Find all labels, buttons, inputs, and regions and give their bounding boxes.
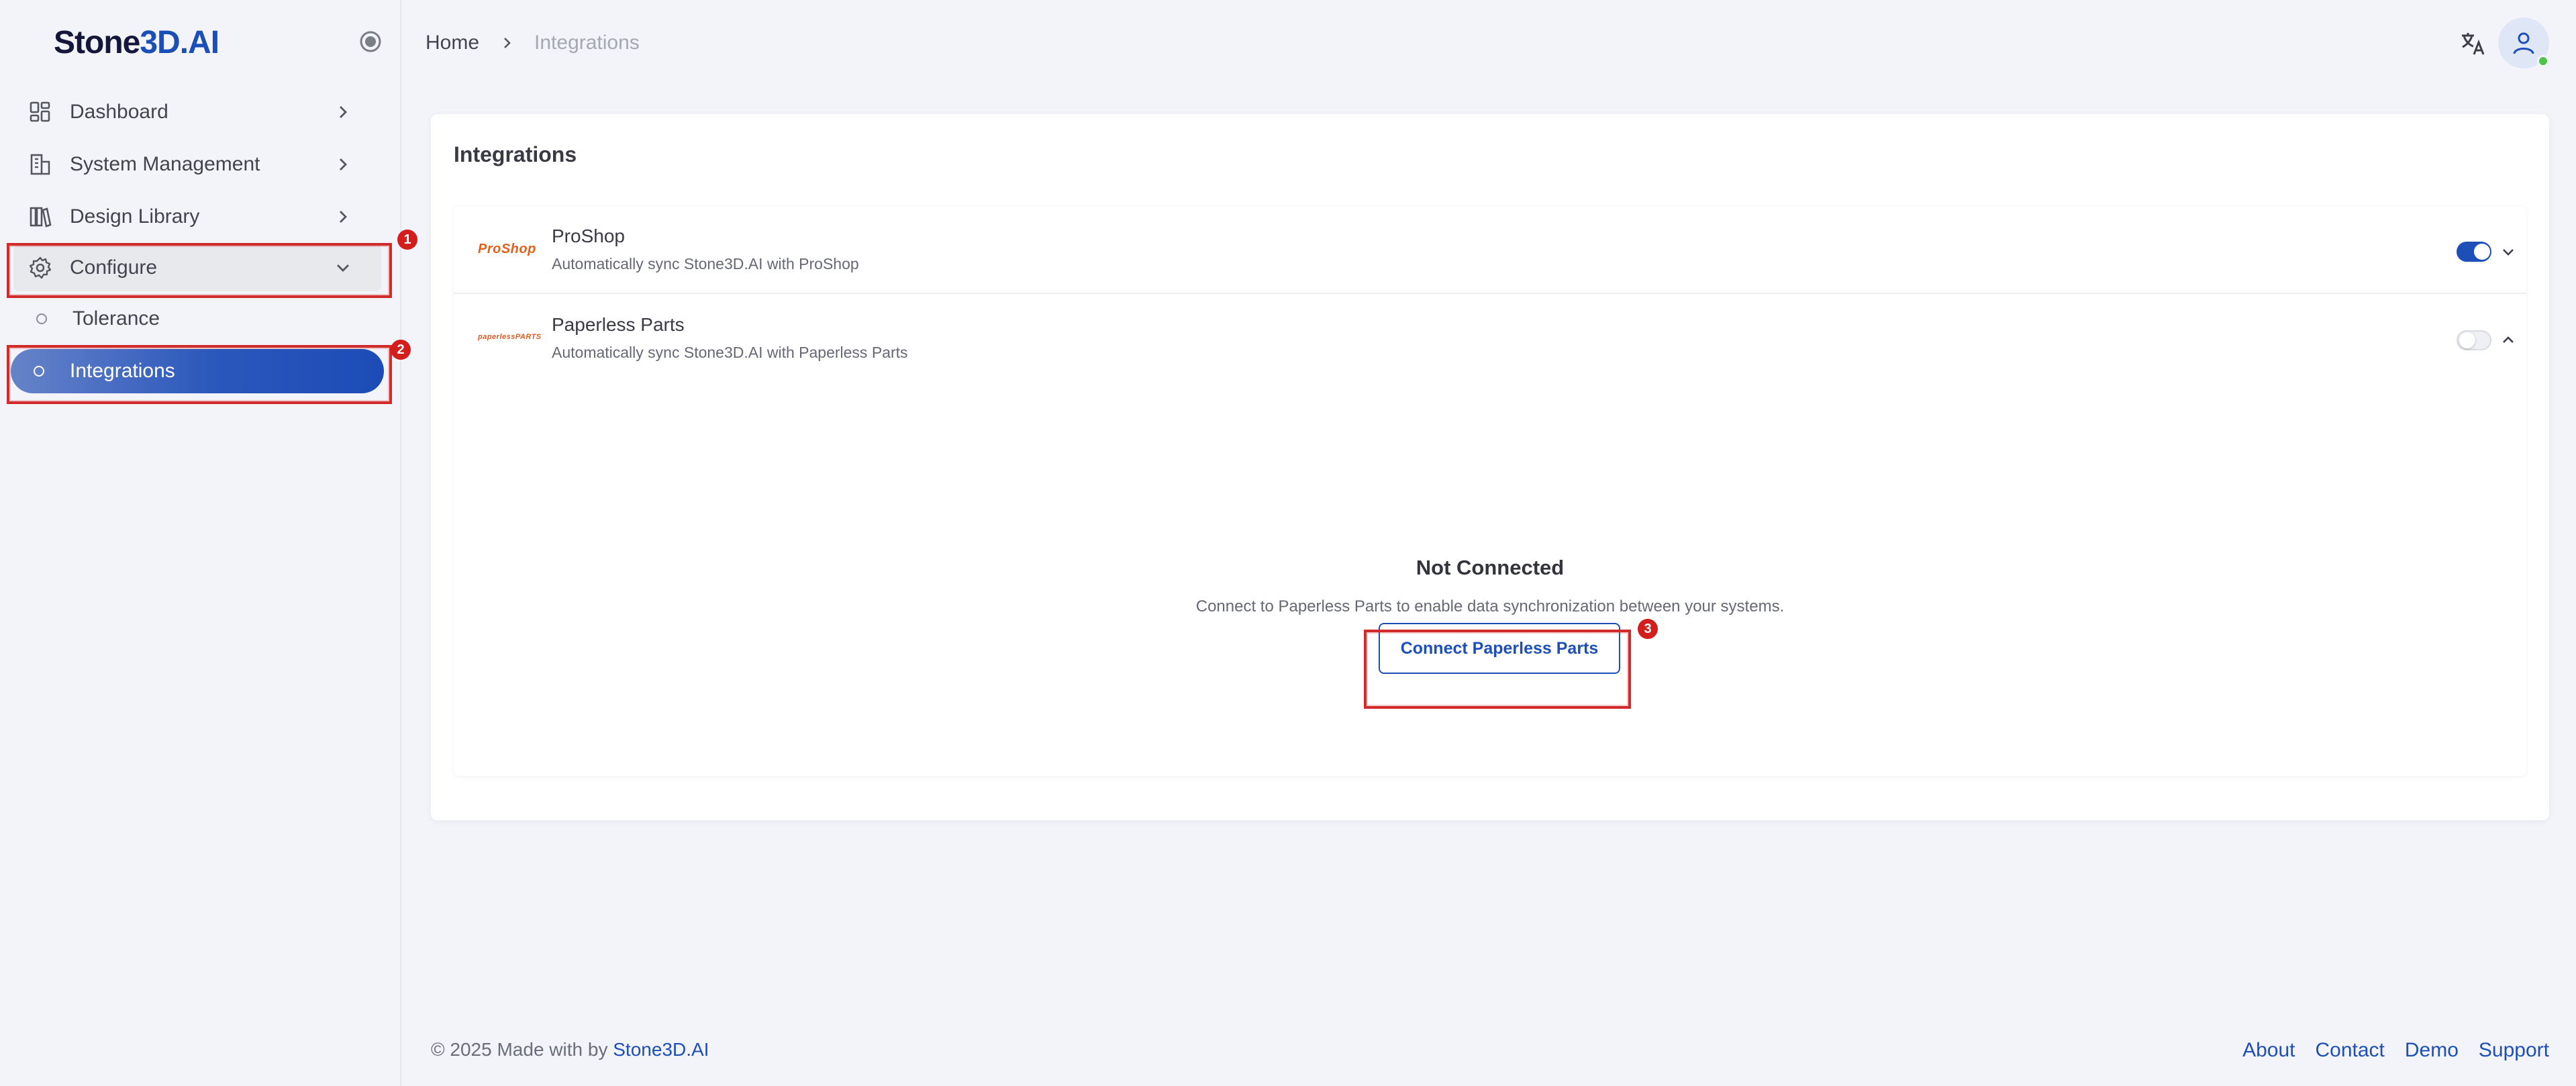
integration-description: Automatically sync Stone3D.AI with Paper…: [552, 344, 908, 361]
connection-status-description: Connect to Paperless Parts to enable dat…: [1195, 597, 1785, 615]
paperless-parts-sync-toggle[interactable]: [2457, 330, 2491, 350]
page-title: Integrations: [454, 142, 577, 166]
chevron-right-icon: [340, 158, 347, 170]
toggle-knob: [2474, 244, 2490, 260]
annotation-badge-3: 3: [1638, 619, 1658, 639]
integration-row-proshop[interactable]: ProShop ProShop Automatically sync Stone…: [454, 207, 2526, 294]
proshop-sync-toggle[interactable]: [2457, 242, 2491, 262]
online-status-indicator: [2537, 55, 2549, 67]
library-icon: [30, 207, 52, 228]
footer-link-demo[interactable]: Demo: [2405, 1039, 2459, 1062]
sidebar-item-label: Design Library: [70, 205, 200, 228]
user-icon: [2513, 32, 2534, 54]
annotation-box-1: [7, 243, 392, 298]
paperless-parts-logo: paperlessPARTS: [478, 333, 542, 341]
sidebar-item-system-management[interactable]: System Management: [13, 141, 381, 188]
connection-status-title: Not Connected: [1416, 556, 1565, 579]
logo-row: Stone3D.AI: [0, 20, 401, 67]
footer-link-support[interactable]: Support: [2479, 1039, 2549, 1062]
app-logo[interactable]: Stone3D.AI: [54, 24, 219, 61]
annotation-box-3: [1364, 630, 1631, 709]
sidebar-pin-icon[interactable]: [358, 30, 383, 54]
breadcrumb-home[interactable]: Home: [426, 32, 479, 54]
footer-brand-link[interactable]: Stone3D.AI: [613, 1039, 709, 1060]
footer-links: About Contact Demo Support: [2242, 1039, 2549, 1062]
sidebar-subitem-tolerance[interactable]: Tolerance: [13, 295, 381, 342]
breadcrumb: Home Integrations: [426, 30, 640, 56]
footer-link-contact[interactable]: Contact: [2316, 1039, 2385, 1062]
annotation-box-2: [7, 345, 392, 404]
integration-name: ProShop: [552, 226, 625, 246]
sidebar-item-label: Dashboard: [70, 101, 168, 123]
sidebar-subitem-label: Tolerance: [72, 307, 160, 330]
dashboard-icon: [30, 101, 50, 122]
footer-copyright: © 2025 Made with by Stone3D.AI: [431, 1039, 709, 1060]
copyright-text: © 2025 Made with by: [431, 1039, 613, 1060]
chevron-right-icon: [340, 106, 347, 118]
footer-link-about[interactable]: About: [2242, 1039, 2295, 1062]
building-icon: [30, 154, 50, 175]
chevron-up-icon[interactable]: [2499, 332, 2517, 349]
integration-row-paperless-parts[interactable]: paperlessPARTS Paperless Parts Automatic…: [454, 295, 2526, 383]
chevron-right-icon: [340, 211, 347, 223]
chevron-down-icon[interactable]: [2499, 243, 2517, 260]
breadcrumb-current: Integrations: [534, 32, 640, 54]
sidebar-item-design-library[interactable]: Design Library: [13, 193, 381, 240]
sidebar-item-dashboard[interactable]: Dashboard: [13, 89, 381, 136]
sidebar-item-label: System Management: [70, 153, 260, 175]
translate-icon[interactable]: [2459, 30, 2487, 58]
bullet-icon: [36, 313, 47, 324]
integration-name: Paperless Parts: [552, 314, 685, 335]
proshop-logo: ProShop: [478, 242, 536, 256]
sidebar: Stone3D.AI Dashboard System Management D…: [0, 0, 401, 1086]
integration-description: Automatically sync Stone3D.AI with ProSh…: [552, 255, 859, 273]
annotation-badge-1: 1: [397, 230, 417, 250]
chevron-right-icon: [504, 38, 511, 48]
annotation-badge-2: 2: [391, 340, 411, 360]
integrations-card: Integrations ProShop ProShop Automatical…: [431, 114, 2549, 820]
toggle-knob: [2459, 332, 2475, 348]
